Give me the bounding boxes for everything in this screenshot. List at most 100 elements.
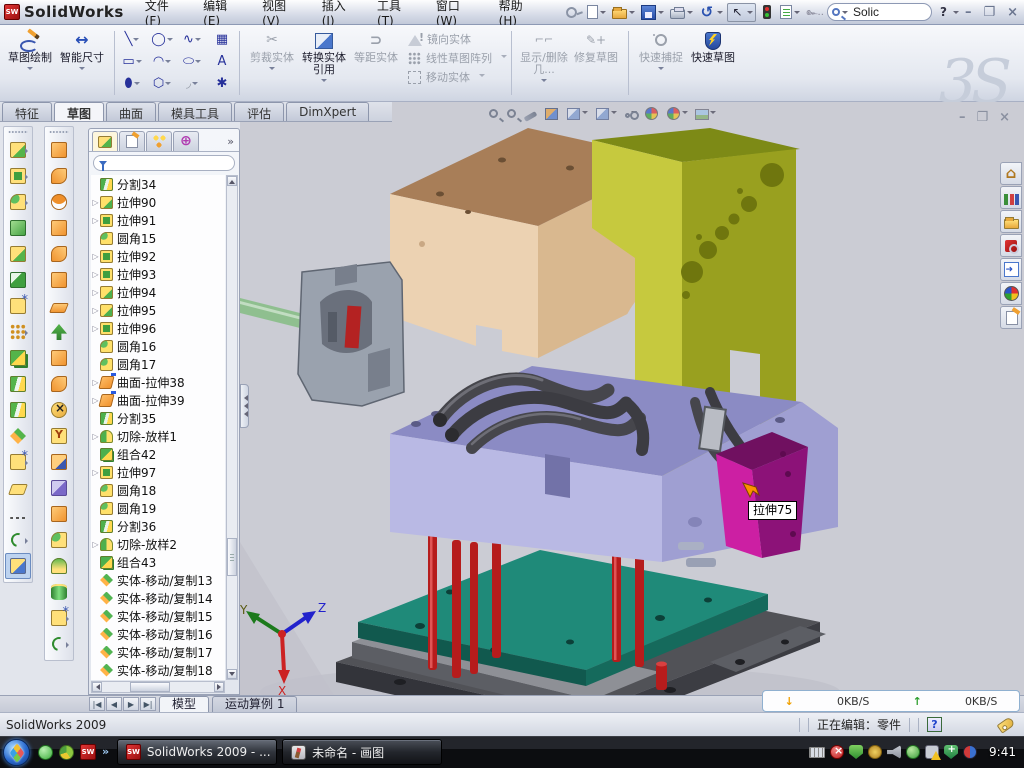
glasses-dropdown-icon[interactable] xyxy=(631,111,637,117)
scroll-down-button[interactable] xyxy=(227,669,237,679)
taskpane-palette-tab[interactable] xyxy=(1000,258,1022,281)
features-dots-button[interactable] xyxy=(5,319,31,345)
tree-item[interactable]: 实体-移动/复制14 xyxy=(91,589,225,607)
taskpane-folder-tab[interactable] xyxy=(1000,210,1022,233)
curve-dropdown-icon[interactable] xyxy=(66,642,72,648)
convert-dropdown-icon[interactable] xyxy=(321,79,327,85)
features-shell-button[interactable] xyxy=(5,267,31,293)
tree-item[interactable]: 实体-移动/复制18 xyxy=(91,661,225,679)
surfaces-orange-button[interactable] xyxy=(46,137,72,163)
new-button[interactable] xyxy=(583,4,608,20)
sketch-arc-dropdown-icon[interactable] xyxy=(165,60,171,66)
headsup-mag-0-button[interactable] xyxy=(488,108,499,119)
tree-item[interactable]: ▷拉伸93 xyxy=(91,265,225,283)
surfaces-delx-button[interactable] xyxy=(46,397,72,423)
tree-item[interactable]: 分割36 xyxy=(91,517,225,535)
model-insert-plate[interactable] xyxy=(699,407,726,452)
expand-arrow-icon[interactable]: ▷ xyxy=(91,216,100,225)
sketch-polygon-button[interactable]: ⬡ xyxy=(147,76,177,91)
surfaces-orange-button[interactable] xyxy=(46,345,72,371)
headsup-glasses-6-button[interactable] xyxy=(624,109,637,118)
tree-item[interactable]: 实体-移动/复制16 xyxy=(91,625,225,643)
sketch-circle-button[interactable]: ◯ xyxy=(147,32,177,47)
sketch-text-button[interactable]: A xyxy=(207,54,237,69)
tray-vol-icon[interactable] xyxy=(887,745,901,759)
features-star-button[interactable] xyxy=(5,449,31,475)
mirror-entities-button[interactable]: 镜向实体 xyxy=(408,31,507,47)
tree-item[interactable]: 组合42 xyxy=(91,445,225,463)
tree-item[interactable]: 实体-移动/复制15 xyxy=(91,607,225,625)
photo-dropdown-icon[interactable] xyxy=(710,111,716,117)
new-dropdown-icon[interactable] xyxy=(600,11,606,17)
tray-secred-icon[interactable] xyxy=(830,745,844,759)
quicklaunch-solidworks-icon[interactable]: SW xyxy=(80,744,96,760)
trim-entities-button[interactable]: ✂ 剪裁实体 xyxy=(246,29,298,75)
sketch-ellipse-button[interactable]: ⬭ xyxy=(177,54,207,69)
tree-filter-input[interactable] xyxy=(93,155,235,171)
status-help-icon[interactable]: ? xyxy=(927,717,942,732)
tree-vertical-scrollbar[interactable] xyxy=(226,175,238,680)
sketchpen-button[interactable]: ๛.. xyxy=(804,4,823,21)
search-box[interactable] xyxy=(827,3,932,21)
tree-item[interactable]: ▷拉伸92 xyxy=(91,247,225,265)
surfaces-cyl-button[interactable] xyxy=(46,579,72,605)
pushpin-button[interactable] xyxy=(562,4,581,21)
surfaces-orangec-button[interactable] xyxy=(46,189,72,215)
tree-item[interactable]: ▷曲面-拉伸38 xyxy=(91,373,225,391)
taskpane-swsearch-tab[interactable] xyxy=(1000,234,1022,257)
taskbar-window-solidworks[interactable]: SWSolidWorks 2009 - ... xyxy=(117,739,277,765)
hscroll-thumb[interactable] xyxy=(130,682,170,692)
surfaces-greenarr-button[interactable] xyxy=(46,319,72,345)
surfaces-fillet-button[interactable] xyxy=(46,527,72,553)
tree-item[interactable]: 圆角15 xyxy=(91,229,225,247)
model-tab-运动算例 1[interactable]: 运动算例 1 xyxy=(212,696,297,712)
tree-item[interactable]: ▷曲面-拉伸39 xyxy=(91,391,225,409)
property-manager-tab[interactable] xyxy=(119,131,145,151)
headsup-mag-1-button[interactable] xyxy=(506,108,517,119)
sketch-button[interactable]: 草图绘制 xyxy=(4,29,56,75)
tree-item[interactable]: ▷拉伸97 xyxy=(91,463,225,481)
search-input[interactable] xyxy=(853,5,923,19)
taskbar-clock[interactable]: 9:41 xyxy=(985,745,1024,759)
surfaces-dome-button[interactable] xyxy=(46,553,72,579)
tree-item[interactable]: ▷切除-放样1 xyxy=(91,427,225,445)
expand-arrow-icon[interactable]: ▷ xyxy=(91,270,100,279)
tree-item[interactable]: 分割34 xyxy=(91,175,225,193)
tasklist-dropdown-icon[interactable] xyxy=(794,11,800,17)
smart-dimension-dropdown-icon[interactable] xyxy=(79,67,85,73)
tray-keyboard-icon[interactable] xyxy=(809,747,825,758)
save-button[interactable] xyxy=(639,4,666,21)
fillet-dropdown-icon[interactable] xyxy=(25,200,31,206)
start-button[interactable] xyxy=(3,739,30,766)
sketch-corner-button[interactable]: ◞ xyxy=(177,76,207,91)
doc-minimize-button[interactable]: – xyxy=(959,110,966,125)
headsup-section-3-button[interactable] xyxy=(544,107,559,121)
sketch-spline-button[interactable]: ∿ xyxy=(177,32,207,47)
star-dropdown-icon[interactable] xyxy=(66,616,72,622)
headsup-wand-2-button[interactable] xyxy=(524,109,537,119)
features-green-button[interactable] xyxy=(5,215,31,241)
taskpane-props-tab[interactable] xyxy=(1000,306,1022,329)
tab-草图[interactable]: 草图 xyxy=(54,102,104,121)
headsup-photo-9-button[interactable] xyxy=(695,107,716,120)
features-instant-button[interactable] xyxy=(5,553,31,579)
features-axis-button[interactable] xyxy=(5,501,31,527)
model-gray-clamp[interactable] xyxy=(240,262,404,406)
features-grip-handle[interactable] xyxy=(8,130,28,134)
sketch-hatch-button[interactable]: ▦ xyxy=(207,32,237,47)
goldcut-dropdown-icon[interactable] xyxy=(25,174,31,180)
tray-cert-icon[interactable] xyxy=(868,745,882,759)
surfaces-orangeflat-button[interactable] xyxy=(46,293,72,319)
sketch-slot-button[interactable]: ⬮ xyxy=(117,76,147,91)
tree-item[interactable]: 实体-移动/复制17 xyxy=(91,643,225,661)
taskpane-home-tab[interactable]: ⌂ xyxy=(1000,162,1022,185)
tab-模具工具[interactable]: 模具工具 xyxy=(158,102,232,121)
move-entities-button[interactable]: 移动实体 xyxy=(408,69,507,85)
expand-arrow-icon[interactable]: ▷ xyxy=(91,324,100,333)
tree-item[interactable]: 组合43 xyxy=(91,553,225,571)
scroll-right-button[interactable] xyxy=(214,682,224,692)
sketch-line-dropdown-icon[interactable] xyxy=(133,38,139,44)
tray-sync-icon[interactable] xyxy=(906,745,920,759)
print-dropdown-icon[interactable] xyxy=(687,11,693,17)
print-button[interactable] xyxy=(668,5,695,20)
